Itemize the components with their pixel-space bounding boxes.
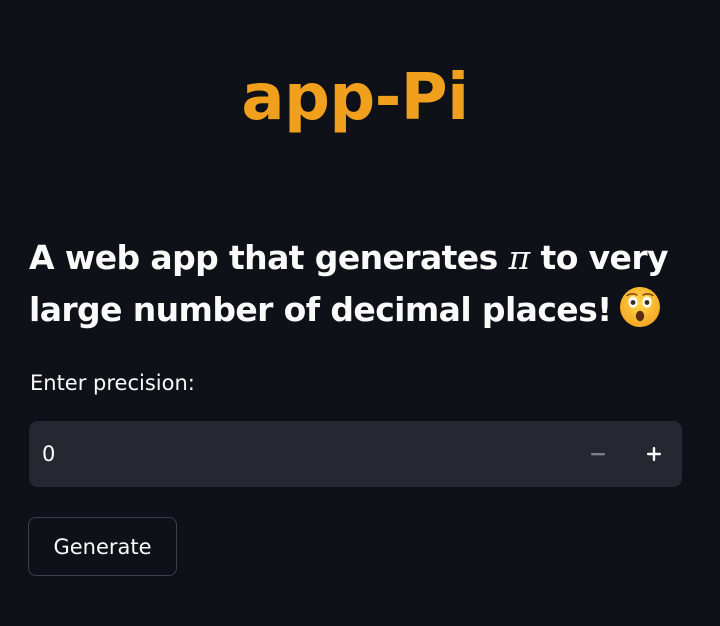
pi-symbol: π (508, 238, 531, 277)
precision-number-input (29, 421, 682, 487)
precision-input[interactable] (29, 441, 570, 467)
minus-icon (590, 446, 606, 462)
precision-label: Enter precision: (30, 371, 195, 395)
generate-button[interactable]: Generate (28, 517, 177, 576)
plus-icon (646, 446, 662, 462)
app-container: app-Pi A web app that generates π to ver… (0, 0, 720, 626)
subtitle-text-start: A web app that generates (29, 238, 509, 277)
decrement-button[interactable] (570, 421, 626, 487)
page-title: app-Pi (241, 61, 469, 135)
astonished-face-icon (618, 285, 662, 329)
increment-button[interactable] (626, 421, 682, 487)
page-subtitle: A web app that generates π to very large… (29, 232, 689, 336)
